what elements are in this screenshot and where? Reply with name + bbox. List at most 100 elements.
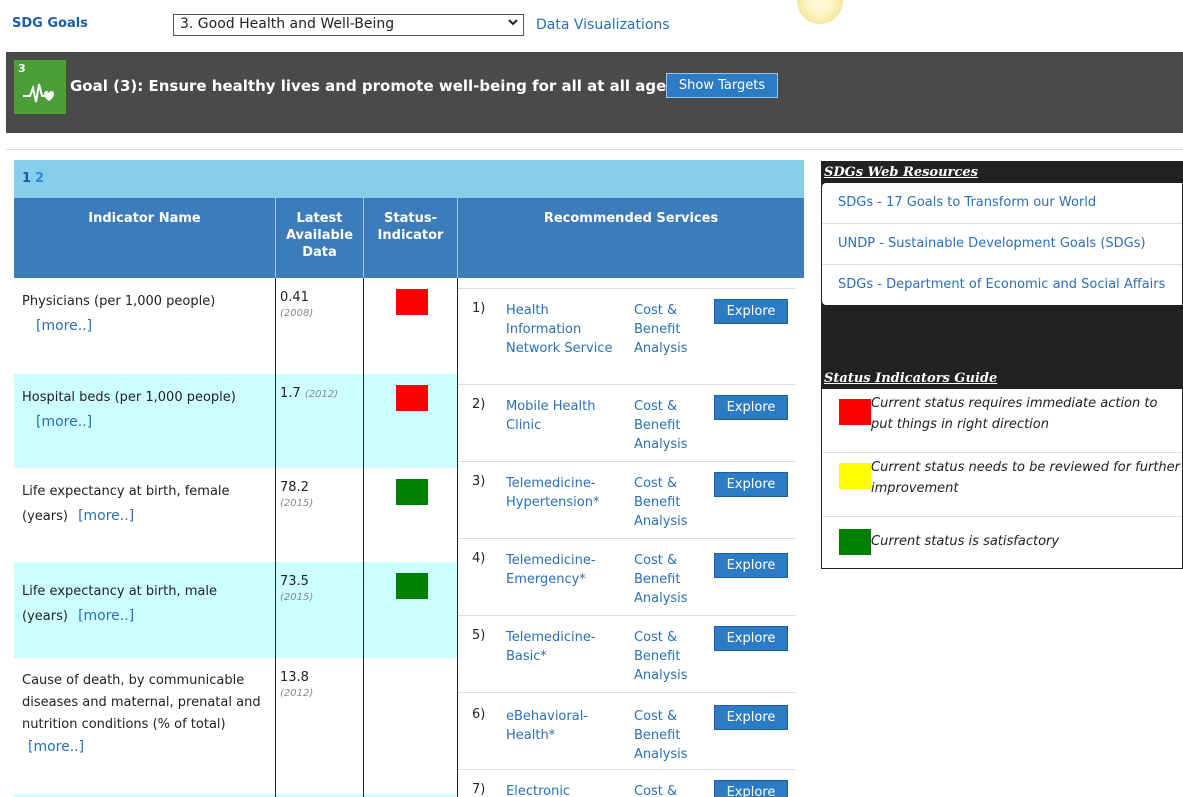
resource-link[interactable]: UNDP - Sustainable Development Goals (SD… [822, 224, 1182, 265]
web-resources-title: SDGs Web Resources [824, 165, 978, 180]
top-bar: SDG Goals 3. Good Health and Well-Being … [0, 0, 1183, 52]
goal-select-value: 3. Good Health and Well-Being [180, 16, 395, 32]
divider [6, 149, 1183, 150]
explore-button[interactable]: Explore [714, 395, 788, 420]
service-number: 4) [472, 551, 486, 566]
guide-item-green: Current status is satisfactory [822, 517, 1182, 567]
service-link[interactable]: Telemedicine-Emergency* [506, 551, 616, 589]
goal-3-icon: 3 [14, 60, 66, 114]
header-status-indicator: Status-Indicator [364, 198, 458, 278]
service-item: 2) Mobile Health Clinic Cost & Benefit A… [458, 384, 796, 462]
service-item: 3) Telemedicine-Hypertension* Cost & Ben… [458, 461, 796, 539]
status-red-indicator [396, 289, 428, 315]
goal-title: Goal (3): Ensure healthy lives and promo… [70, 77, 676, 95]
table-row: Life expectancy at birth, female (years)… [14, 468, 458, 562]
table-row: Hospital beds (per 1,000 people) [more..… [14, 374, 458, 468]
indicator-value: 78.2 [280, 480, 309, 495]
service-link[interactable]: Health Information Network Service [506, 301, 616, 358]
indicator-value: 13.8 [280, 670, 309, 685]
guide-text: Current status needs to be reviewed for … [871, 460, 1181, 496]
service-number: 7) [472, 782, 486, 797]
explore-button[interactable]: Explore [714, 553, 788, 578]
indicator-year: (2008) [280, 308, 314, 319]
explore-button[interactable]: Explore [714, 626, 788, 651]
data-visualizations-link[interactable]: Data Visualizations [536, 17, 670, 33]
green-swatch [839, 529, 871, 555]
cost-benefit-link[interactable]: Cost & Benefit Analysis [634, 628, 704, 685]
indicator-year: (2012) [304, 389, 339, 400]
status-green-indicator [396, 573, 428, 599]
more-link[interactable]: [more..] [36, 314, 266, 338]
cost-benefit-link[interactable]: Cost & Benefit Analysis [634, 707, 704, 764]
table-row: Physicians (per 1,000 people) [more..] 0… [14, 278, 458, 374]
cost-benefit-link[interactable]: Cost & Benefit Analysis [634, 474, 704, 531]
service-number: 1) [472, 301, 486, 316]
service-link[interactable]: Electronic [506, 782, 616, 797]
page-1-link[interactable]: 1 [22, 171, 31, 186]
more-link[interactable]: [more..] [28, 739, 84, 755]
service-link[interactable]: Telemedicine-Basic* [506, 628, 616, 666]
service-item: 4) Telemedicine-Emergency* Cost & Benefi… [458, 538, 796, 616]
more-link[interactable]: [more..] [78, 608, 134, 624]
service-link[interactable]: Telemedicine-Hypertension* [506, 474, 616, 512]
service-number: 2) [472, 397, 486, 412]
chevron-down-icon [507, 16, 519, 31]
status-red-indicator [396, 385, 428, 411]
service-item: 7) Electronic Cost & Explore [458, 769, 796, 797]
table-header: Indicator Name Latest Available Data Sta… [14, 198, 804, 278]
header-latest-data: Latest Available Data [276, 198, 364, 278]
service-number: 3) [472, 474, 486, 489]
red-swatch [839, 399, 871, 425]
status-green-indicator [396, 479, 428, 505]
cost-benefit-link[interactable]: Cost & Benefit Analysis [634, 301, 704, 358]
indicator-name: Physicians (per 1,000 people) [22, 294, 216, 309]
status-guide-panel: Status Indicators Guide Current status r… [821, 346, 1183, 569]
header-indicator-name: Indicator Name [14, 198, 276, 278]
service-number: 5) [472, 628, 486, 643]
cost-benefit-link[interactable]: Cost & Benefit Analysis [634, 397, 704, 454]
service-item: 1) Health Information Network Service Co… [458, 288, 796, 384]
heartbeat-icon [23, 83, 54, 103]
table-row: Life expectancy at birth, male (years) [… [14, 562, 458, 658]
indicator-year: (2015) [280, 498, 314, 509]
indicator-name: Hospital beds (per 1,000 people) [22, 390, 236, 405]
explore-button[interactable]: Explore [714, 705, 788, 730]
indicator-value: 1.7 [280, 386, 301, 401]
service-link[interactable]: Mobile Health Clinic [506, 397, 616, 435]
indicator-year: (2012) [280, 688, 314, 699]
indicator-name: Cause of death, by communicable diseases… [22, 673, 261, 732]
page-2-link[interactable]: 2 [35, 171, 44, 186]
service-item: 5) Telemedicine-Basic* Cost & Benefit An… [458, 615, 796, 693]
resource-link[interactable]: SDGs - 17 Goals to Transform our World [822, 183, 1182, 224]
goal-icon-number: 3 [18, 62, 26, 75]
explore-button[interactable]: Explore [714, 780, 788, 797]
explore-button[interactable]: Explore [714, 299, 788, 324]
web-resources-panel: SDGs Web Resources SDGs - 17 Goals to Tr… [821, 161, 1183, 347]
goal-select[interactable]: 3. Good Health and Well-Being [173, 14, 524, 36]
resource-link[interactable]: SDGs - Department of Economic and Social… [822, 265, 1182, 305]
guide-text: Current status requires immediate action… [871, 396, 1158, 432]
more-link[interactable]: [more..] [36, 410, 266, 434]
decorative-sun-icon [797, 0, 843, 24]
guide-item-red: Current status requires immediate action… [822, 389, 1182, 453]
indicator-value: 0.41 [280, 290, 309, 305]
cost-benefit-link[interactable]: Cost & [634, 782, 704, 797]
service-link[interactable]: eBehavioral-Health* [506, 707, 616, 745]
column-divider [363, 278, 364, 797]
explore-button[interactable]: Explore [714, 472, 788, 497]
status-guide-title: Status Indicators Guide [824, 371, 998, 386]
service-number: 6) [472, 707, 486, 722]
sdg-goals-label: SDG Goals [12, 16, 88, 31]
table-row: Cause of death, by communicable diseases… [14, 658, 458, 794]
guide-text: Current status is satisfactory [871, 534, 1060, 549]
service-item: 6) eBehavioral-Health* Cost & Benefit An… [458, 692, 796, 770]
column-divider [275, 278, 276, 797]
header-recommended-services: Recommended Services [543, 211, 719, 226]
indicator-year: (2015) [280, 592, 314, 603]
cost-benefit-link[interactable]: Cost & Benefit Analysis [634, 551, 704, 608]
more-link[interactable]: [more..] [78, 508, 134, 524]
guide-item-yellow: Current status needs to be reviewed for … [822, 453, 1182, 517]
goal-banner: 3 Goal (3): Ensure healthy lives and pro… [6, 52, 1183, 133]
show-targets-button[interactable]: Show Targets [666, 73, 778, 98]
yellow-swatch [839, 463, 871, 489]
